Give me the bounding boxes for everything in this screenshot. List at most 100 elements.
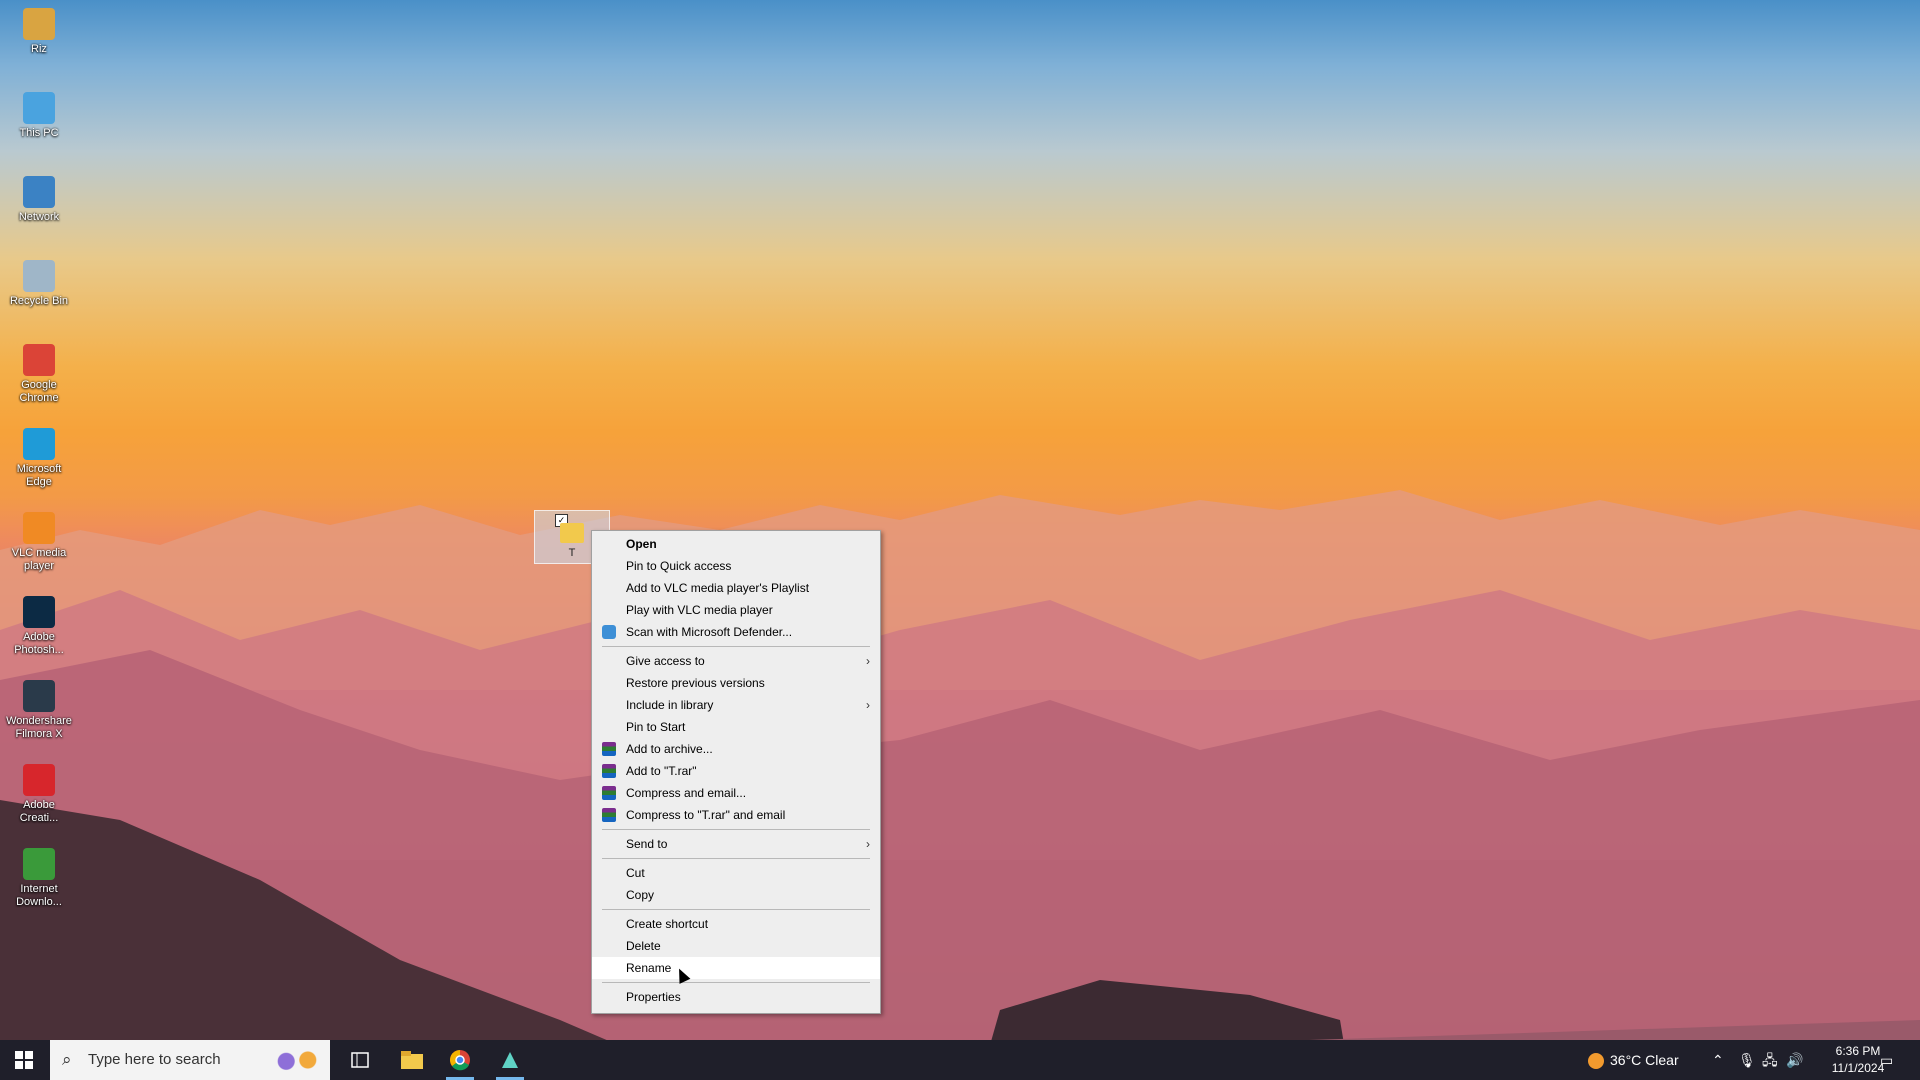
desktop-icon-label: Internet Downlo... [16,883,62,908]
desktop-icon-label: Google Chrome [19,379,59,404]
menu-item-label: Add to "T.rar" [626,764,697,778]
menu-item-delete[interactable]: Delete [592,935,880,957]
menu-item-add-to-t-rar[interactable]: Add to "T.rar" [592,760,880,782]
desktop-icon-label: Recycle Bin [9,295,69,307]
search-icon: ⌕ [62,1050,72,1069]
menu-item-add-to-vlc-media-player-s-playlist[interactable]: Add to VLC media player's Playlist [592,577,880,599]
desktop-icon-adobe-cc[interactable]: Adobe Creati... [4,764,74,825]
filmora-icon [23,680,55,712]
volume-button[interactable]: 🔊 [1786,1040,1803,1080]
menu-item-label: Play with VLC media player [626,603,773,617]
adobe-cc-icon [23,764,55,796]
menu-item-send-to[interactable]: Send to › [592,833,880,855]
menu-item-label: Add to archive... [626,742,713,756]
foreground-hill [0,800,1920,1080]
desktop-icon-label: Adobe Creati... [19,799,59,824]
edge-icon [23,428,55,460]
menu-item-label: Open [626,537,657,551]
windows-logo-icon [15,1051,33,1069]
menu-item-compress-to-t-rar-and-email[interactable]: Compress to "T.rar" and email [592,804,880,826]
desktop-icon-label: VLC media player [11,547,67,572]
filmora-icon [502,1052,518,1068]
menu-item-open[interactable]: Open [592,533,880,555]
desktop-icon-edge[interactable]: Microsoft Edge [4,428,74,489]
file-explorer-icon [401,1051,423,1069]
filmora-taskbar-button[interactable] [486,1040,534,1080]
chrome-taskbar-button[interactable] [436,1040,484,1080]
menu-item-pin-to-start[interactable]: Pin to Start [592,716,880,738]
desktop-icon-user-folder[interactable]: Riz [4,8,74,56]
task-view-button[interactable] [336,1040,384,1080]
search-box[interactable]: ⌕ Type here to search [50,1040,330,1080]
menu-item-cut[interactable]: Cut [592,862,880,884]
chevron-right-icon: › [866,654,870,668]
desktop-icon-recycle-bin[interactable]: Recycle Bin [4,260,74,308]
menu-item-label: Copy [626,888,655,902]
desktop-icon-filmora[interactable]: Wondershare Filmora X [4,680,74,741]
desktop-icon-label: Adobe Photosh... [14,631,64,656]
notification-icon: ▭ [1880,1052,1894,1068]
menu-item-label: Compress to "T.rar" and email [626,808,786,822]
desktop-icon-label: Wondershare Filmora X [6,715,72,740]
desktop-icon-label: Network [18,211,60,223]
winrar-icon [602,808,616,822]
start-button[interactable] [0,1040,48,1080]
desktop-icon-label: Microsoft Edge [16,463,62,488]
menu-item-rename[interactable]: Rename [592,957,880,979]
menu-item-scan-with-microsoft-defender[interactable]: Scan with Microsoft Defender... [592,621,880,643]
menu-item-include-in-library[interactable]: Include in library › [592,694,880,716]
winrar-icon [602,786,616,800]
desktop-icon-vlc[interactable]: VLC media player [4,512,74,573]
network-tray-icon: 🖧 [1762,1052,1778,1068]
user-folder-icon [23,8,55,40]
menu-item-label: Create shortcut [626,917,709,931]
computer-icon [23,92,55,124]
vlc-icon [23,512,55,544]
winrar-icon [602,742,616,756]
menu-item-restore-previous-versions[interactable]: Restore previous versions [592,672,880,694]
menu-item-copy[interactable]: Copy [592,884,880,906]
photoshop-icon [23,596,55,628]
file-explorer-button[interactable] [388,1040,436,1080]
idm-icon [23,848,55,880]
search-placeholder: Type here to search [88,1051,221,1068]
desktop-icon-photoshop[interactable]: Adobe Photosh... [4,596,74,657]
desktop-icon-label: This PC [19,127,59,139]
menu-item-label: Send to [626,837,668,851]
notification-center-button[interactable]: ▭ [1880,1040,1893,1080]
menu-separator [602,829,870,830]
menu-item-label: Pin to Start [626,720,686,734]
network-button[interactable]: 🖧 [1762,1040,1778,1080]
recycle-bin-icon [23,260,55,292]
weather-widget[interactable]: 36°C Clear [1588,1040,1679,1080]
show-hidden-icons-button[interactable]: ⌃ [1712,1040,1724,1080]
desktop-icon-network[interactable]: Network [4,176,74,224]
menu-item-label: Add to VLC media player's Playlist [626,581,810,595]
menu-item-label: Rename [626,961,672,975]
menu-item-give-access-to[interactable]: Give access to › [592,650,880,672]
defender-icon [602,625,616,639]
folder-icon [560,523,584,543]
menu-item-label: Pin to Quick access [626,559,732,573]
menu-item-create-shortcut[interactable]: Create shortcut [592,913,880,935]
menu-item-add-to-archive[interactable]: Add to archive... [592,738,880,760]
chrome-icon [450,1050,470,1071]
desktop-icon-label: Riz [31,43,47,55]
winrar-icon [602,764,616,778]
speaker-icon: 🔊 [1786,1052,1804,1068]
menu-item-label: Include in library [626,698,714,712]
chevron-right-icon: › [866,698,870,712]
menu-separator [602,982,870,983]
menu-item-compress-and-email[interactable]: Compress and email... [592,782,880,804]
microphone-button[interactable]: 🎙 [1738,1040,1756,1080]
weather-text: 36°C Clear [1610,1052,1679,1068]
menu-item-label: Give access to [626,654,705,668]
desktop-icon-chrome[interactable]: Google Chrome [4,344,74,405]
desktop-icon-idm[interactable]: Internet Downlo... [4,848,74,909]
menu-item-play-with-vlc-media-player[interactable]: Play with VLC media player [592,599,880,621]
menu-item-label: Properties [626,990,681,1004]
menu-item-label: Cut [626,866,645,880]
menu-item-pin-to-quick-access[interactable]: Pin to Quick access [592,555,880,577]
desktop-icon-computer[interactable]: This PC [4,92,74,140]
menu-item-properties[interactable]: Properties [592,986,880,1008]
